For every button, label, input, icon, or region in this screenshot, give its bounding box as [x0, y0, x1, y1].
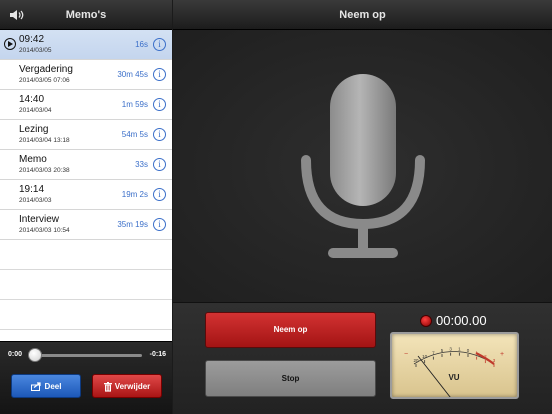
elapsed-time: 0:00 — [8, 351, 23, 358]
record-button[interactable]: Neem op — [205, 312, 376, 348]
memo-date: 2014/03/05 07:06 — [19, 77, 70, 84]
playback-slider[interactable] — [30, 354, 142, 357]
vu-meter-dial: 201075 3 1 0123 − + VU — [404, 347, 504, 403]
memo-date: 2014/03/03 10:54 — [19, 227, 70, 234]
remaining-time: -0:16 — [149, 351, 166, 358]
info-icon[interactable]: i — [153, 128, 166, 141]
vu-scale-label: 20 — [413, 358, 419, 363]
memo-duration: 19m 2s — [121, 190, 148, 199]
memo-row[interactable]: 09:42 2014/03/05 16s i — [0, 30, 172, 60]
memo-date: 2014/03/03 — [19, 197, 52, 204]
playback-slider-thumb[interactable] — [28, 348, 42, 362]
memo-list-pane: Memo's 09:42 2014/03/05 16s i Vergadering 201… — [0, 0, 172, 414]
vu-label: VU — [448, 373, 459, 382]
memo-date: 2014/03/04 — [19, 107, 52, 114]
memo-list-title: Memo's — [65, 9, 107, 21]
memo-date: 2014/03/04 13:18 — [19, 137, 70, 144]
record-led-icon — [420, 315, 432, 327]
record-timer: 00:00.00 — [436, 313, 487, 328]
memo-duration: 35m 19s — [117, 220, 148, 229]
memo-date: 2014/03/03 20:38 — [19, 167, 70, 174]
memo-duration: 1m 59s — [121, 100, 148, 109]
share-icon — [30, 382, 41, 392]
vu-scale-label: 0 — [467, 348, 470, 353]
memo-row[interactable]: Lezing 2014/03/04 13:18 54m 5s i — [0, 120, 172, 150]
memo-duration: 30m 45s — [117, 70, 148, 79]
vu-scale-label: 7 — [432, 351, 435, 356]
memo-name: 14:40 — [19, 94, 45, 105]
play-icon[interactable] — [4, 38, 16, 50]
info-icon[interactable]: i — [153, 218, 166, 231]
memo-row[interactable]: 19:14 2014/03/03 19m 2s i — [0, 180, 172, 210]
memo-row[interactable]: 14:40 2014/03/04 1m 59s i — [0, 90, 172, 120]
memo-row[interactable]: Interview 2014/03/03 10:54 35m 19s i — [0, 210, 172, 240]
playback-bar: 0:00 -0:16 Deel Verwijder — [0, 341, 172, 414]
memo-date: 2014/03/05 — [19, 47, 52, 54]
microphone-stage — [173, 30, 552, 302]
memo-name: Memo — [19, 154, 47, 165]
delete-button[interactable]: Verwijder — [92, 374, 162, 398]
memo-row[interactable]: Vergadering 2014/03/05 07:06 30m 45s i — [0, 60, 172, 90]
stop-button[interactable]: Stop — [205, 360, 376, 397]
memo-name: Interview — [19, 214, 60, 225]
info-icon[interactable]: i — [153, 68, 166, 81]
memo-duration: 33s — [135, 160, 148, 169]
recorder-header: Neem op — [173, 0, 552, 30]
memo-name: Lezing — [19, 124, 49, 135]
microphone-icon — [301, 74, 425, 258]
memo-name: 19:14 — [19, 184, 45, 195]
info-icon[interactable]: i — [153, 158, 166, 171]
vu-scale-label: 3 — [493, 358, 496, 363]
vu-plus-sign: + — [500, 351, 504, 358]
info-icon[interactable]: i — [153, 188, 166, 201]
info-icon[interactable]: i — [153, 38, 166, 51]
vu-scale-label: 3 — [449, 347, 452, 352]
info-icon[interactable]: i — [153, 98, 166, 111]
memo-duration: 16s — [135, 40, 148, 49]
vu-meter: 20 10 7 5 3 1 0 1 2 3 − + VU — [390, 332, 519, 403]
share-label: Deel — [44, 382, 62, 391]
memo-list[interactable]: 09:42 2014/03/05 16s i Vergadering 2014/03/05… — [0, 30, 172, 341]
record-controls: Neem op Stop 00:00.00 20 10 7 5 3 1 0 1 2 3 − + V… — [173, 302, 552, 414]
trash-icon — [103, 381, 112, 392]
memo-name: 09:42 — [19, 34, 45, 45]
memo-duration: 54m 5s — [121, 130, 148, 139]
vu-scale-label: 10 — [422, 354, 428, 359]
memo-row[interactable]: Memo 2014/03/03 20:38 33s i — [0, 150, 172, 180]
memo-list-header: Memo's — [0, 0, 172, 30]
vu-minus-sign: − — [404, 351, 408, 358]
share-button[interactable]: Deel — [11, 374, 81, 398]
recorder-pane: Neem op Neem op Stop 00:00.00 20 10 7 5 … — [173, 0, 552, 414]
memo-name: Vergadering — [19, 64, 73, 75]
delete-label: Verwijder — [114, 382, 151, 391]
vu-scale-label: 1 — [458, 347, 461, 352]
recorder-title: Neem op — [339, 9, 386, 21]
